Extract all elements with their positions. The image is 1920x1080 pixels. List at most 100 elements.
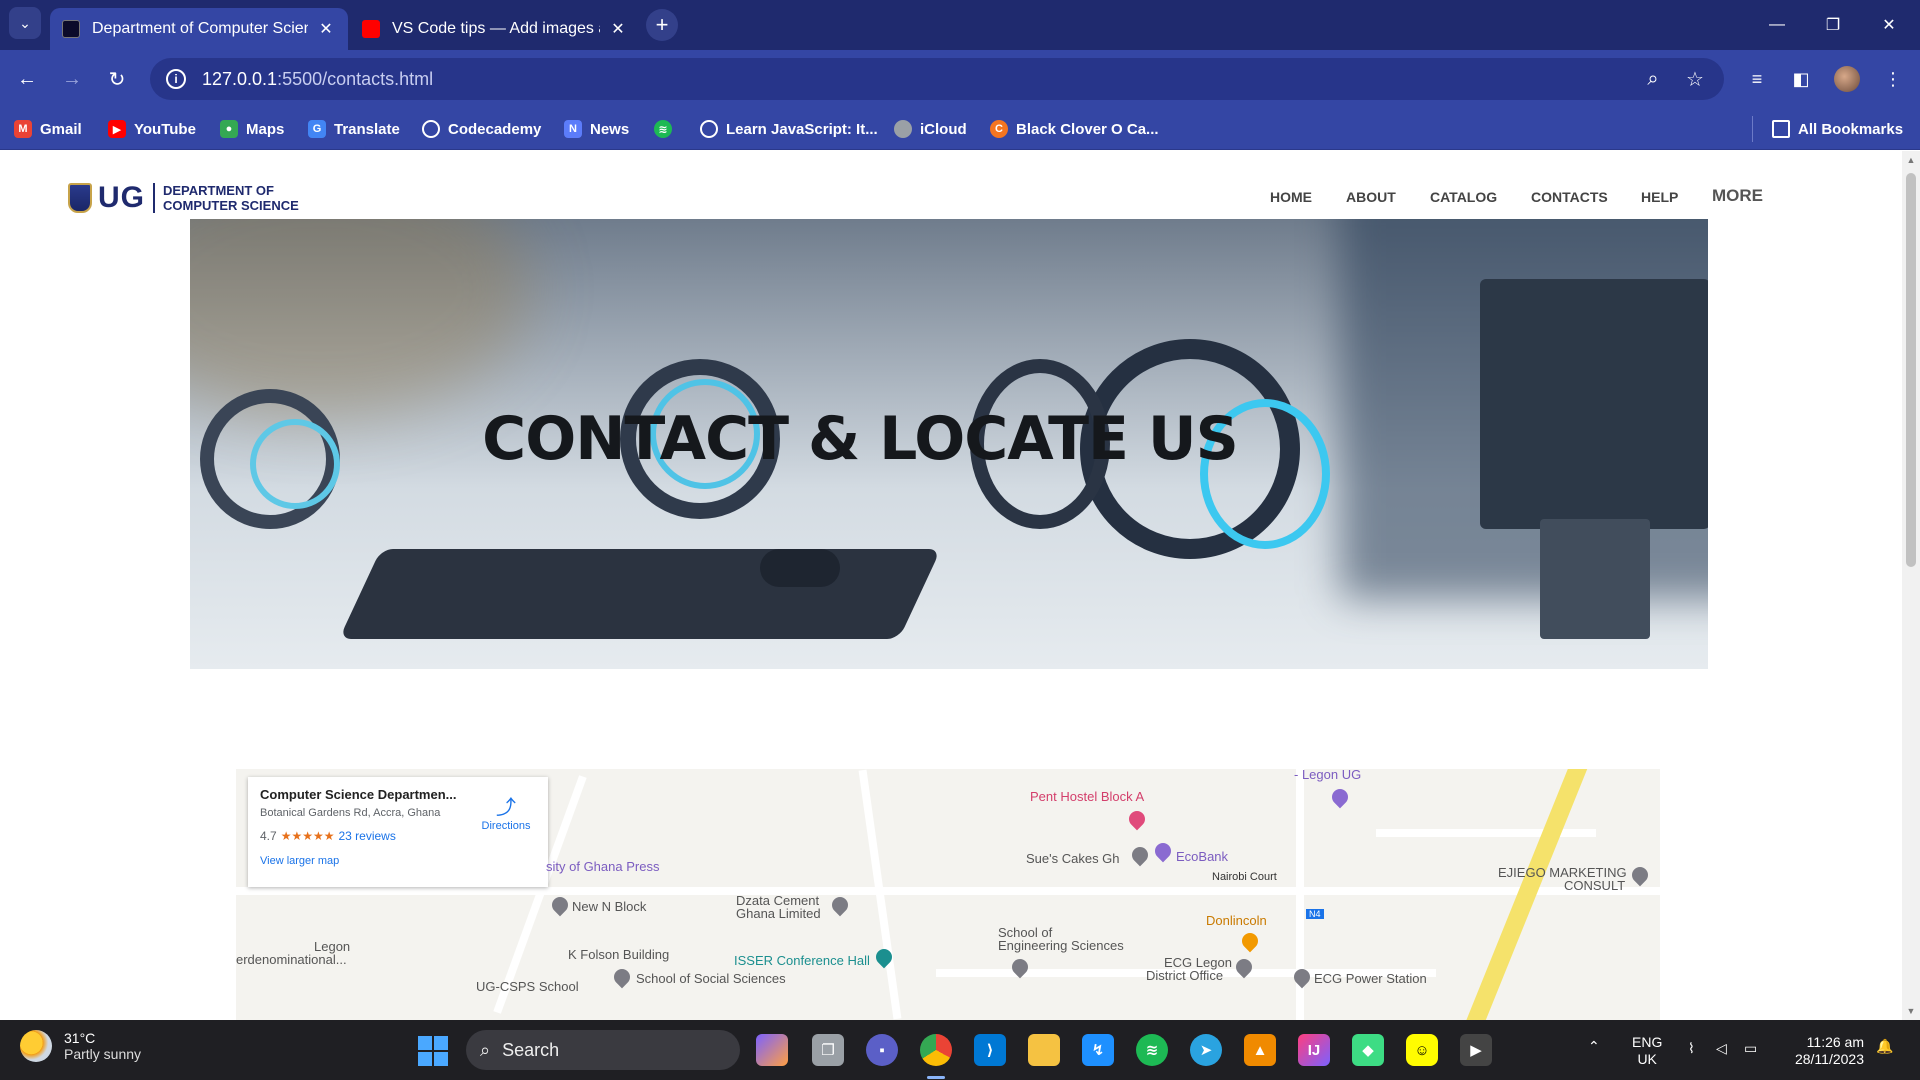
page-scrollbar[interactable]: ▲ ▼ — [1902, 151, 1920, 1020]
chevron-up-icon[interactable]: ⌃ — [1588, 1038, 1600, 1055]
logo-dept-line1: DEPARTMENT OF — [163, 183, 274, 198]
bookmark-label: Gmail — [40, 120, 82, 138]
nav-more[interactable]: MORE — [1712, 186, 1763, 206]
star-icon[interactable]: ☆ — [1682, 66, 1708, 92]
back-button[interactable]: ← — [10, 62, 44, 96]
reviews-link[interactable]: 23 reviews — [338, 829, 395, 843]
microphone-shape — [760, 549, 840, 587]
new-tab-button[interactable]: + — [646, 9, 678, 41]
ug-crest-icon — [68, 183, 92, 213]
site-logo[interactable]: UG DEPARTMENT OF COMPUTER SCIENCE — [68, 181, 299, 215]
forward-button[interactable]: → — [55, 62, 89, 96]
nav-catalog[interactable]: CATALOG — [1430, 189, 1497, 205]
restore-button[interactable]: ❐ — [1810, 8, 1856, 42]
vscode-icon[interactable]: ⟩ — [974, 1034, 1006, 1066]
spotify-icon: ≋ — [654, 120, 672, 138]
side-panel-icon[interactable]: ◧ — [1784, 62, 1818, 96]
map-pin-icon[interactable] — [1328, 785, 1352, 809]
nav-contacts[interactable]: CONTACTS — [1531, 189, 1608, 205]
snapchat-icon[interactable]: ☺ — [1406, 1034, 1438, 1066]
map-pin-icon[interactable] — [610, 965, 634, 989]
close-window-button[interactable]: ✕ — [1866, 8, 1912, 42]
close-icon[interactable]: ✕ — [608, 19, 628, 39]
tab-title: VS Code tips — Add images and — [392, 20, 600, 37]
info-icon[interactable]: i — [166, 69, 186, 89]
map-pin-icon[interactable] — [1151, 839, 1175, 863]
nav-home[interactable]: HOME — [1270, 189, 1312, 205]
bookmark-label: Translate — [334, 120, 400, 138]
scrollbar-thumb[interactable] — [1906, 173, 1916, 567]
tab-vscode-tips[interactable]: VS Code tips — Add images and ✕ — [350, 8, 640, 50]
bookmark-icloud[interactable]: iCloud — [894, 116, 967, 142]
battery-icon[interactable]: ▭ — [1744, 1040, 1757, 1057]
tab-department-cs[interactable]: Department of Computer Science ✕ — [50, 8, 348, 50]
map-pin-icon[interactable] — [1628, 863, 1652, 887]
volume-icon[interactable]: ◁ — [1716, 1040, 1727, 1057]
weather-widget[interactable]: 31°C Partly sunny — [20, 1030, 141, 1062]
file-explorer-icon[interactable] — [1028, 1034, 1060, 1066]
clock-date: 28/11/2023 — [1794, 1051, 1864, 1067]
bookmark-gmail[interactable]: M Gmail — [14, 116, 82, 142]
start-button[interactable] — [418, 1036, 448, 1066]
map-pin-icon[interactable] — [1128, 843, 1152, 867]
wifi-icon[interactable]: ⌇ — [1688, 1040, 1695, 1057]
url-host: 127.0.0.1 — [202, 68, 278, 89]
bookmark-label: Black Clover O Ca... — [1016, 120, 1159, 138]
reload-button[interactable]: ↻ — [100, 62, 134, 96]
task-view-icon[interactable]: ❐ — [812, 1034, 844, 1066]
copilot-icon[interactable] — [756, 1034, 788, 1066]
zoom-icon[interactable]: ⌕ — [1640, 66, 1666, 92]
site-header: UG DEPARTMENT OF COMPUTER SCIENCE HOME A… — [0, 151, 1902, 219]
media-control-icon[interactable]: ≡ — [1740, 62, 1774, 96]
all-bookmarks-button[interactable]: All Bookmarks — [1772, 116, 1903, 142]
bookmark-codecademy[interactable]: Codecademy — [422, 116, 541, 142]
bookmark-spotify[interactable]: ≋ — [654, 116, 680, 142]
bookmark-news[interactable]: N News — [564, 116, 629, 142]
map-pin-icon[interactable] — [1238, 929, 1262, 953]
crunchyroll-icon: C — [990, 120, 1008, 138]
intellij-icon[interactable]: IJ — [1298, 1034, 1330, 1066]
chrome-icon[interactable] — [920, 1034, 952, 1066]
clock[interactable]: 11:26 am 28/11/2023 — [1784, 1034, 1864, 1068]
map-label: Pent Hostel Block A — [1030, 789, 1145, 804]
app-icon[interactable]: ↯ — [1082, 1034, 1114, 1066]
notification-bell-icon[interactable]: 🔔 — [1876, 1038, 1893, 1055]
bookmark-maps[interactable]: ● Maps — [220, 116, 284, 142]
scroll-down-icon[interactable]: ▼ — [1902, 1002, 1920, 1020]
spotify-icon[interactable]: ≋ — [1136, 1034, 1168, 1066]
address-bar[interactable]: i 127.0.0.1:5500/contacts.html ⌕ ☆ — [150, 58, 1724, 100]
minimize-icon: — — [1769, 16, 1785, 33]
browser-toolbar: ← → ↻ i 127.0.0.1:5500/contacts.html ⌕ ☆… — [0, 50, 1920, 108]
map-label: New N Block — [572, 899, 647, 914]
bookmarks-bar: M Gmail ▶ YouTube ● Maps G Translate Codecad… — [0, 108, 1920, 150]
bookmark-learn-javascript[interactable]: Learn JavaScript: It... — [700, 116, 878, 142]
bookmark-black-clover[interactable]: C Black Clover O Ca... — [990, 116, 1159, 142]
telegram-icon[interactable]: ➤ — [1190, 1034, 1222, 1066]
taskbar-search[interactable]: ⌕ Search — [466, 1030, 740, 1070]
map-pin-icon[interactable] — [828, 893, 852, 917]
map-pin-icon[interactable] — [1125, 807, 1149, 831]
map-pin-icon[interactable] — [548, 893, 572, 917]
close-icon[interactable]: ✕ — [316, 19, 336, 39]
scroll-up-icon[interactable]: ▲ — [1902, 151, 1920, 169]
menu-kebab-icon[interactable]: ⋮ — [1876, 62, 1910, 96]
embedded-map[interactable]: Computer Science Departmen... Botanical … — [236, 769, 1660, 1020]
app-icon[interactable]: ◆ — [1352, 1034, 1384, 1066]
restore-icon: ❐ — [1825, 17, 1841, 34]
tab-search-button[interactable]: ⌄ — [9, 7, 41, 39]
nav-help[interactable]: HELP — [1641, 189, 1678, 205]
vlc-icon[interactable]: ▲ — [1244, 1034, 1276, 1066]
windows-taskbar: 31°C Partly sunny ⌕ Search ❐ ▪ ⟩ ↯ ≋ ➤ ▲ … — [0, 1020, 1920, 1080]
profile-avatar[interactable] — [1834, 66, 1860, 92]
directions-button[interactable]: ⤴ Directions — [478, 791, 534, 832]
map-road — [1376, 829, 1596, 837]
language-indicator[interactable]: ENG UK — [1632, 1034, 1662, 1068]
bookmark-youtube[interactable]: ▶ YouTube — [108, 116, 196, 142]
app-icon[interactable]: ▶ — [1460, 1034, 1492, 1066]
bookmark-translate[interactable]: G Translate — [308, 116, 400, 142]
view-larger-map-link[interactable]: View larger map — [260, 855, 536, 867]
translate-icon: G — [308, 120, 326, 138]
nav-about[interactable]: ABOUT — [1346, 189, 1396, 205]
teams-chat-icon[interactable]: ▪ — [866, 1034, 898, 1066]
minimize-button[interactable]: — — [1754, 8, 1800, 42]
